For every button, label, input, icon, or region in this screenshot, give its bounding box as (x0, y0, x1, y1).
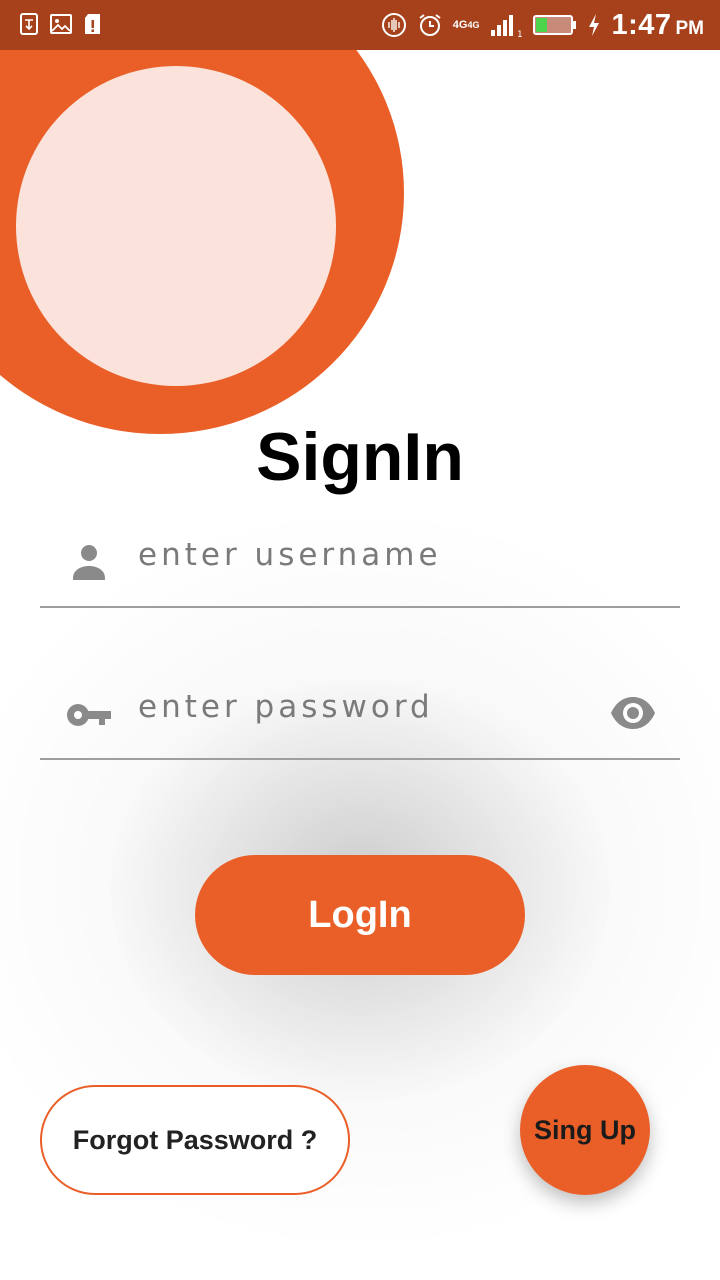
charging-icon (587, 13, 601, 37)
clock-time: 1:47 (611, 8, 672, 41)
username-input[interactable] (138, 530, 598, 580)
battery-icon (533, 14, 577, 36)
sd-card-icon (82, 12, 104, 36)
eye-icon[interactable] (610, 690, 656, 736)
image-icon (50, 12, 72, 36)
status-bar: 4G4G 1 1:47 PM (0, 0, 720, 50)
alarm-icon (417, 12, 443, 38)
signal-icon: 1 (489, 12, 523, 40)
signup-button[interactable]: Sing Up (520, 1065, 650, 1195)
vibrate-icon (381, 12, 407, 38)
forgot-password-button[interactable]: Forgot Password ? (40, 1085, 350, 1195)
svg-text:1: 1 (517, 30, 523, 38)
login-button[interactable]: LogIn (195, 855, 525, 975)
page-title: SignIn (256, 419, 464, 495)
notification-icons (18, 12, 104, 36)
decorative-circle-inner (16, 66, 336, 386)
network-type: 4G4G (452, 18, 480, 31)
signin-screen: 4G4G 1 1:47 PM SignIn enter username Log… (0, 0, 720, 1280)
password-input[interactable] (138, 682, 598, 732)
clock-ampm: PM (675, 18, 705, 39)
network-label-2: 4G (467, 19, 480, 30)
key-icon (66, 692, 112, 738)
username-field (40, 518, 680, 608)
network-label: 4G (452, 18, 468, 31)
password-field (40, 670, 680, 760)
system-icons: 4G4G 1 1:47 PM (381, 6, 704, 44)
usb-icon (18, 12, 40, 36)
person-icon (66, 540, 112, 586)
